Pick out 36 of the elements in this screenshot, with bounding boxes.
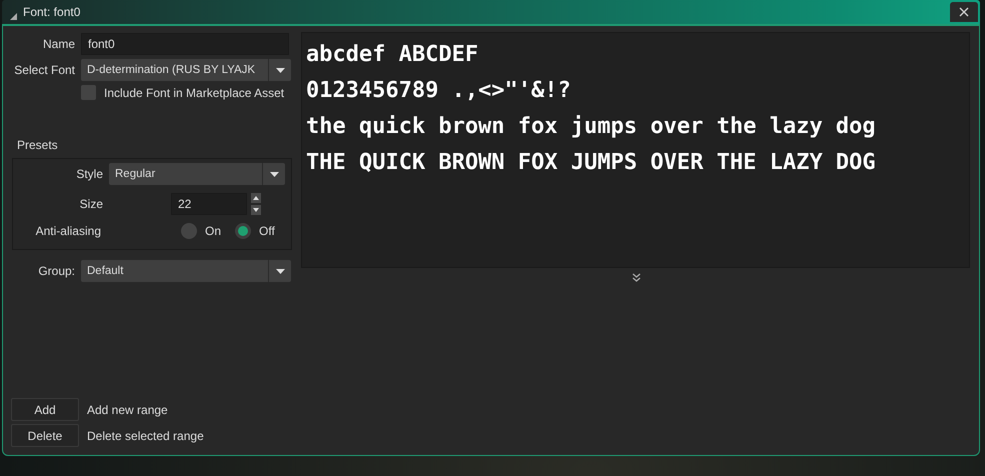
- group-dropdown[interactable]: Default: [81, 260, 291, 282]
- style-dropdown[interactable]: Regular: [109, 163, 285, 185]
- close-button[interactable]: [950, 2, 978, 22]
- caret-icon: [276, 68, 284, 72]
- preview-text: 0123456789 .,<>"'&!?: [306, 77, 572, 105]
- font-dropdown[interactable]: D-determination (RUS BY LYAJK: [81, 59, 291, 81]
- preview-text: THE QUICK BROWN FOX JUMPS OVER THE LAZY DOG: [306, 149, 877, 177]
- size-label: Size: [78, 197, 103, 211]
- radio-button[interactable]: [235, 223, 252, 239]
- window-title: Font: font0: [23, 5, 80, 19]
- range-button[interactable]: Delete: [11, 424, 79, 447]
- range-description: Add new range: [87, 402, 168, 416]
- close-icon: [959, 7, 969, 17]
- collapse-triangle-icon[interactable]: [10, 12, 17, 20]
- name-field[interactable]: font0: [81, 33, 289, 55]
- range-button[interactable]: Add: [11, 398, 79, 421]
- spin-down-icon[interactable]: [251, 205, 261, 215]
- select-font-label: Select Font: [13, 63, 75, 77]
- preview-text: abcdef ABCDEF: [306, 41, 480, 69]
- preview-text: the quick brown fox jumps over the lazy dog: [306, 113, 877, 141]
- expand-chevron-icon[interactable]: [632, 273, 640, 282]
- spin-up-icon[interactable]: [251, 193, 261, 203]
- style-label: Style: [75, 167, 103, 181]
- size-field[interactable]: 22: [171, 193, 247, 215]
- range-description: Delete selected range: [87, 428, 204, 442]
- name-label: Name: [42, 37, 75, 51]
- checkbox-label: Include Font in Marketplace Asset: [104, 86, 284, 100]
- radio-button[interactable]: [181, 223, 197, 239]
- presets-heading: Presets: [17, 138, 59, 152]
- checkbox[interactable]: [81, 85, 96, 100]
- anti-aliasing-label: Anti-aliasing: [34, 224, 101, 238]
- group-label: Group:: [37, 264, 75, 278]
- radio-label: On: [205, 224, 222, 238]
- caret-icon: [276, 268, 284, 274]
- caret-icon: [270, 172, 278, 176]
- radio-label: Off: [259, 224, 275, 238]
